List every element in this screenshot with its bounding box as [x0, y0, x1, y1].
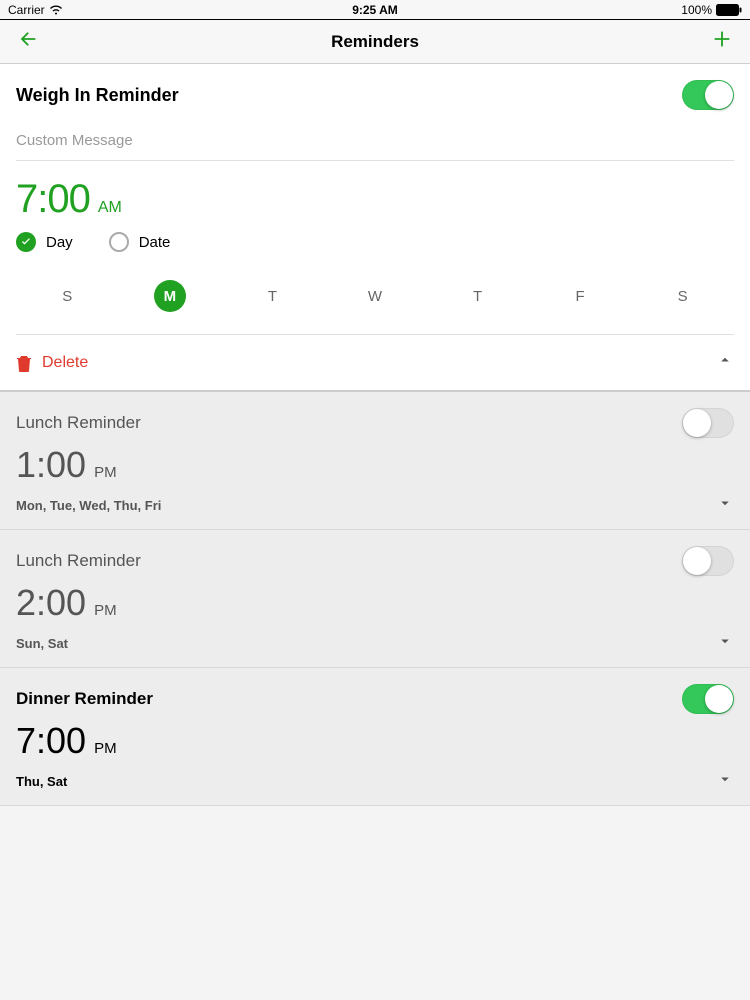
chevron-down-icon	[716, 637, 734, 654]
day-chip[interactable]: S	[667, 280, 699, 312]
mode-day-label: Day	[46, 234, 73, 251]
day-chip[interactable]: T	[462, 280, 494, 312]
reminder-item: Lunch Reminder 1:00 PM Mon, Tue, Wed, Thu, …	[0, 392, 750, 530]
delete-button[interactable]: Delete	[16, 354, 88, 372]
reminder-time[interactable]: 7:00 AM	[16, 177, 734, 222]
mode-date-option[interactable]: Date	[109, 232, 171, 252]
reminder-time: 2:00 PM	[16, 582, 734, 624]
reminder-item: Lunch Reminder 2:00 PM Sun, Sat	[0, 530, 750, 668]
reminder-time: 1:00 PM	[16, 444, 734, 486]
reminder-days: Thu, Sat	[16, 774, 67, 789]
mode-date-label: Date	[139, 234, 171, 251]
radio-checked-icon	[16, 232, 36, 252]
chevron-down-icon	[716, 775, 734, 792]
day-chip[interactable]: T	[256, 280, 288, 312]
day-chip[interactable]: F	[564, 280, 596, 312]
reminder-days: Sun, Sat	[16, 636, 68, 651]
expand-button[interactable]	[716, 632, 734, 655]
reminder-expanded: Weigh In Reminder 7:00 AM Day Date S M T W T…	[0, 64, 750, 392]
page-title: Reminders	[0, 32, 750, 52]
time-ampm: AM	[98, 199, 122, 217]
time-value: 7:00	[16, 177, 90, 222]
time-ampm: PM	[94, 602, 117, 619]
custom-message-field[interactable]	[16, 132, 734, 161]
reminder-item: Dinner Reminder 7:00 PM Thu, Sat	[0, 668, 750, 806]
radio-unchecked-icon	[109, 232, 129, 252]
chevron-up-icon	[716, 356, 734, 373]
reminder-toggle[interactable]	[682, 408, 734, 438]
delete-label: Delete	[42, 354, 88, 372]
mode-day-option[interactable]: Day	[16, 232, 73, 252]
add-button[interactable]	[710, 30, 734, 54]
custom-message-input[interactable]	[16, 132, 734, 149]
expand-button[interactable]	[716, 494, 734, 517]
reminder-list: Lunch Reminder 1:00 PM Mon, Tue, Wed, Thu, …	[0, 392, 750, 806]
arrow-left-icon	[17, 28, 39, 55]
day-chip[interactable]: M	[154, 280, 186, 312]
reminder-days: Mon, Tue, Wed, Thu, Fri	[16, 498, 161, 513]
time-ampm: PM	[94, 740, 117, 757]
statusbar-time: 9:25 AM	[0, 3, 750, 17]
expand-button[interactable]	[716, 770, 734, 793]
reminder-toggle[interactable]	[682, 684, 734, 714]
time-value: 7:00	[16, 720, 86, 762]
back-button[interactable]	[16, 30, 40, 54]
reminder-name: Dinner Reminder	[16, 689, 153, 709]
day-chip[interactable]: W	[359, 280, 391, 312]
reminder-name: Weigh In Reminder	[16, 85, 179, 106]
status-bar: Carrier 9:25 AM 100%	[0, 0, 750, 20]
reminder-time: 7:00 PM	[16, 720, 734, 762]
reminder-toggle[interactable]	[682, 546, 734, 576]
day-selector: SMTWTFS	[16, 266, 734, 335]
time-ampm: PM	[94, 464, 117, 481]
reminder-toggle[interactable]	[682, 80, 734, 110]
day-chip[interactable]: S	[51, 280, 83, 312]
trash-icon	[16, 354, 32, 372]
reminder-name: Lunch Reminder	[16, 551, 141, 571]
chevron-down-icon	[716, 499, 734, 516]
plus-icon	[711, 28, 733, 55]
time-value: 1:00	[16, 444, 86, 486]
time-value: 2:00	[16, 582, 86, 624]
collapse-button[interactable]	[716, 351, 734, 374]
reminder-name: Lunch Reminder	[16, 413, 141, 433]
nav-bar: Reminders	[0, 20, 750, 64]
